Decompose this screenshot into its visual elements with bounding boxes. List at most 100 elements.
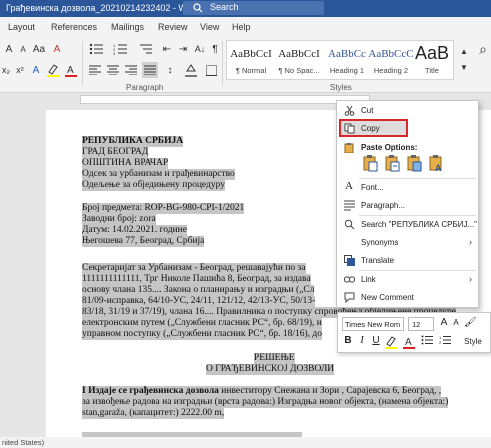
svg-text:3: 3 xyxy=(113,51,116,55)
paragraph-group-label: Paragraph xyxy=(126,83,164,92)
borders-icon[interactable] xyxy=(204,62,218,78)
font-name-field[interactable]: Times New Rom xyxy=(342,317,404,331)
svg-text:2: 2 xyxy=(439,340,442,345)
tab-mailings[interactable]: Mailings xyxy=(111,22,144,32)
align-left-icon[interactable] xyxy=(88,62,102,78)
line-spacing-icon[interactable]: ↕ xyxy=(162,62,178,78)
scissors-icon xyxy=(344,105,355,116)
styles-more-icon[interactable]: ▼ xyxy=(458,59,470,75)
menu-item-label: Copy xyxy=(361,124,380,133)
clipboard-icon xyxy=(344,143,354,153)
style-normal[interactable]: AaBbCcI ¶ Normal xyxy=(227,41,275,79)
tab-review[interactable]: Review xyxy=(158,22,188,32)
bullets-icon[interactable] xyxy=(88,41,104,57)
menu-item-label: Cut xyxy=(361,106,374,115)
doc-line-rest: инвеститору Снежана и Зори , Сарајевска … xyxy=(218,386,442,396)
font-icon: A xyxy=(345,180,353,192)
style-no-spacing[interactable]: AaBbCcI ¶ No Spac... xyxy=(275,41,323,79)
styles-scroll-up-icon[interactable]: ▲ xyxy=(458,43,470,59)
menu-item-translate[interactable]: Translate xyxy=(337,252,478,269)
style-heading-2[interactable]: AaBbCcC Heading 2 xyxy=(367,41,415,79)
paste-keep-formatting-icon[interactable] xyxy=(363,154,378,172)
clear-formatting-icon[interactable]: A xyxy=(50,41,64,57)
font-color-icon[interactable]: A xyxy=(402,335,416,350)
svg-text:A: A xyxy=(405,337,412,348)
doc-line: О ГРАЂЕВИНСКОЈ ДОЗВОЛИ xyxy=(206,364,335,375)
menu-item-link[interactable]: Link › xyxy=(337,271,478,288)
paragraph-icon xyxy=(344,200,355,211)
search-label: Search xyxy=(210,2,239,12)
menu-item-copy[interactable]: Copy xyxy=(337,120,478,137)
search-icon xyxy=(193,3,203,13)
font-size-down-icon[interactable]: A xyxy=(16,41,30,57)
menu-item-font[interactable]: A Font... xyxy=(337,179,478,196)
text-effects-icon[interactable]: A xyxy=(29,62,43,78)
format-painter-icon[interactable]: 🖌 xyxy=(464,317,477,332)
subscript-icon[interactable]: x₂ xyxy=(0,62,12,78)
shrink-font-icon[interactable]: A xyxy=(451,318,461,333)
paste-merge-formatting-icon[interactable] xyxy=(385,154,400,172)
font-size-field[interactable]: 12 xyxy=(408,317,434,331)
change-case-icon[interactable]: Aa xyxy=(32,41,46,57)
bullets-icon[interactable] xyxy=(420,335,434,350)
highlight-color-icon[interactable] xyxy=(384,335,398,350)
svg-text:A: A xyxy=(67,65,74,76)
tab-references[interactable]: References xyxy=(51,22,97,32)
sort-icon[interactable]: A↓ xyxy=(193,41,207,57)
doc-line: Заводни број: zora xyxy=(82,214,156,225)
menu-item-paragraph[interactable]: Paragraph... xyxy=(337,197,478,214)
paste-picture-icon[interactable] xyxy=(407,154,422,172)
ribbon: A A Aa A x₂ x² A A 123 ⇤ ⇥ A↓ ¶ ↕ Paragr… xyxy=(0,37,491,93)
grow-font-icon[interactable]: A xyxy=(438,317,450,332)
justify-icon[interactable] xyxy=(142,62,158,78)
numbering-icon[interactable]: 123 xyxy=(112,41,128,57)
menu-item-search[interactable]: Search "РЕПУБЛИКА СРБИЈ..." xyxy=(337,216,478,233)
increase-indent-icon[interactable]: ⇥ xyxy=(176,41,190,57)
menu-item-label: Translate xyxy=(361,256,395,265)
copy-icon xyxy=(344,123,355,134)
search-box[interactable]: Search xyxy=(183,1,324,15)
multilevel-list-icon[interactable] xyxy=(137,41,153,57)
doc-line: РЕШЕЊЕ xyxy=(254,353,295,364)
menu-item-synonyms[interactable]: Synonyms › xyxy=(337,234,478,251)
style-heading-1[interactable]: AaBbCc Heading 1 xyxy=(323,41,371,79)
bold-icon[interactable]: B xyxy=(342,335,354,350)
context-menu: Cut Copy Paste Options: A A Font... Para… xyxy=(336,100,479,308)
doc-line: Секретаријат за Урбанизам - Београд, реш… xyxy=(82,263,306,274)
window-title: Грађевинска дозвола_20210214232402 - Wor… xyxy=(6,3,200,13)
show-formatting-icon[interactable]: ¶ xyxy=(209,41,221,57)
language-status[interactable]: nited States) xyxy=(2,438,44,447)
highlight-icon[interactable] xyxy=(46,62,60,78)
shading-icon[interactable] xyxy=(184,62,198,78)
doc-line-bold-start: I Издаје се грађевинска дозвола xyxy=(82,386,219,396)
comment-icon xyxy=(344,292,355,303)
styles-gallery: AaBbCcI ¶ Normal AaBbCcI ¶ No Spac... Aa… xyxy=(226,40,454,80)
decrease-indent-icon[interactable]: ⇤ xyxy=(160,41,174,57)
superscript-icon[interactable]: x² xyxy=(14,62,26,78)
paste-text-only-icon[interactable]: A xyxy=(429,154,444,172)
align-right-icon[interactable] xyxy=(124,62,138,78)
menu-item-label: Search "РЕПУБЛИКА СРБИЈ..." xyxy=(361,220,478,229)
menu-item-label: New Comment xyxy=(361,293,414,302)
menu-item-label: Paragraph... xyxy=(361,201,406,210)
underline-icon[interactable]: U xyxy=(370,335,382,350)
tab-help[interactable]: Help xyxy=(232,22,251,32)
doc-line: за извођење радова на изградњи (врста ра… xyxy=(82,397,449,408)
doc-line: ГРАД БЕОГРАД xyxy=(82,147,149,158)
style-title[interactable]: AaB Title xyxy=(411,41,453,79)
font-color-icon[interactable]: A xyxy=(64,62,78,78)
styles-button[interactable]: Style xyxy=(458,335,488,350)
link-icon xyxy=(344,276,355,283)
tab-view[interactable]: View xyxy=(200,22,219,32)
tab-layout[interactable]: Layout xyxy=(8,22,35,32)
menu-item-label: Link xyxy=(361,275,376,284)
menu-item-cut[interactable]: Cut xyxy=(337,102,478,119)
font-size-up-icon[interactable]: A xyxy=(2,41,16,57)
numbering-icon[interactable]: 12 xyxy=(438,335,452,350)
menu-item-new-comment[interactable]: New Comment xyxy=(337,289,478,306)
align-center-icon[interactable] xyxy=(106,62,120,78)
italic-icon[interactable]: I xyxy=(356,335,368,350)
doc-line: електронским путем („Службени гласник РС… xyxy=(82,318,322,329)
editing-search-icon[interactable]: ⌕ xyxy=(476,41,490,57)
styles-group-label: Styles xyxy=(330,83,352,92)
